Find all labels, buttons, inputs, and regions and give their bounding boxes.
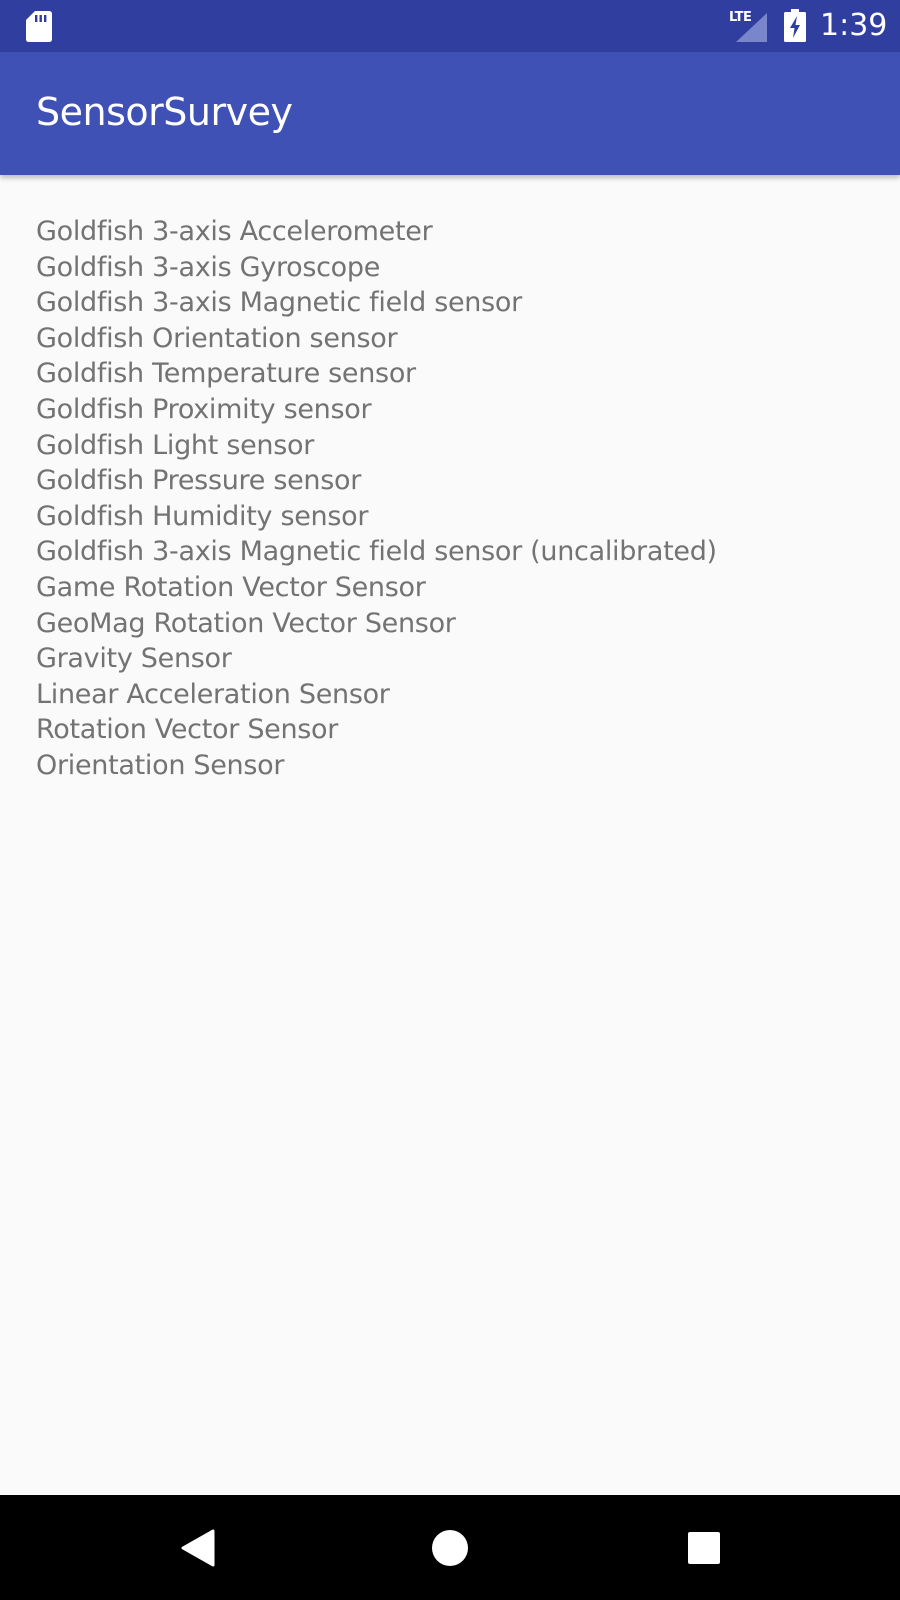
list-item: Goldfish 3-axis Gyroscope (36, 251, 381, 283)
signal-icon (736, 13, 767, 42)
status-bar: LTE 1:39 (0, 0, 900, 52)
list-item: Goldfish Proximity sensor (36, 393, 372, 425)
list-item: Goldfish Orientation sensor (36, 322, 398, 354)
list-item: Goldfish Light sensor (36, 429, 314, 461)
recents-icon (688, 1531, 720, 1564)
list-item: Goldfish Pressure sensor (36, 465, 362, 497)
home-icon (432, 1529, 468, 1566)
list-item: Goldfish Humidity sensor (36, 500, 369, 532)
app-bar: SensorSurvey (0, 52, 900, 175)
back-button[interactable] (143, 1495, 253, 1600)
battery-charging-icon (784, 9, 806, 42)
recents-button[interactable] (649, 1495, 759, 1600)
navigation-bar (0, 1495, 900, 1600)
list-item: Goldfish 3-axis Magnetic field sensor (36, 287, 522, 319)
list-item: Orientation Sensor (36, 749, 285, 781)
sensor-list: Goldfish 3-axis Accelerometer Goldfish 3… (36, 214, 717, 784)
clock: 1:39 (820, 8, 888, 43)
list-item: Game Rotation Vector Sensor (36, 571, 426, 603)
back-icon (181, 1529, 215, 1566)
list-item: Goldfish Temperature sensor (36, 358, 416, 390)
app-title: SensorSurvey (36, 90, 293, 134)
list-item: GeoMag Rotation Vector Sensor (36, 607, 456, 639)
list-item: Gravity Sensor (36, 643, 232, 675)
home-button[interactable] (395, 1495, 505, 1600)
list-item: Goldfish 3-axis Magnetic field sensor (u… (36, 536, 717, 568)
list-item: Linear Acceleration Sensor (36, 678, 390, 710)
sd-card-icon (26, 11, 52, 42)
list-item: Rotation Vector Sensor (36, 714, 339, 746)
list-item: Goldfish 3-axis Accelerometer (36, 216, 433, 247)
